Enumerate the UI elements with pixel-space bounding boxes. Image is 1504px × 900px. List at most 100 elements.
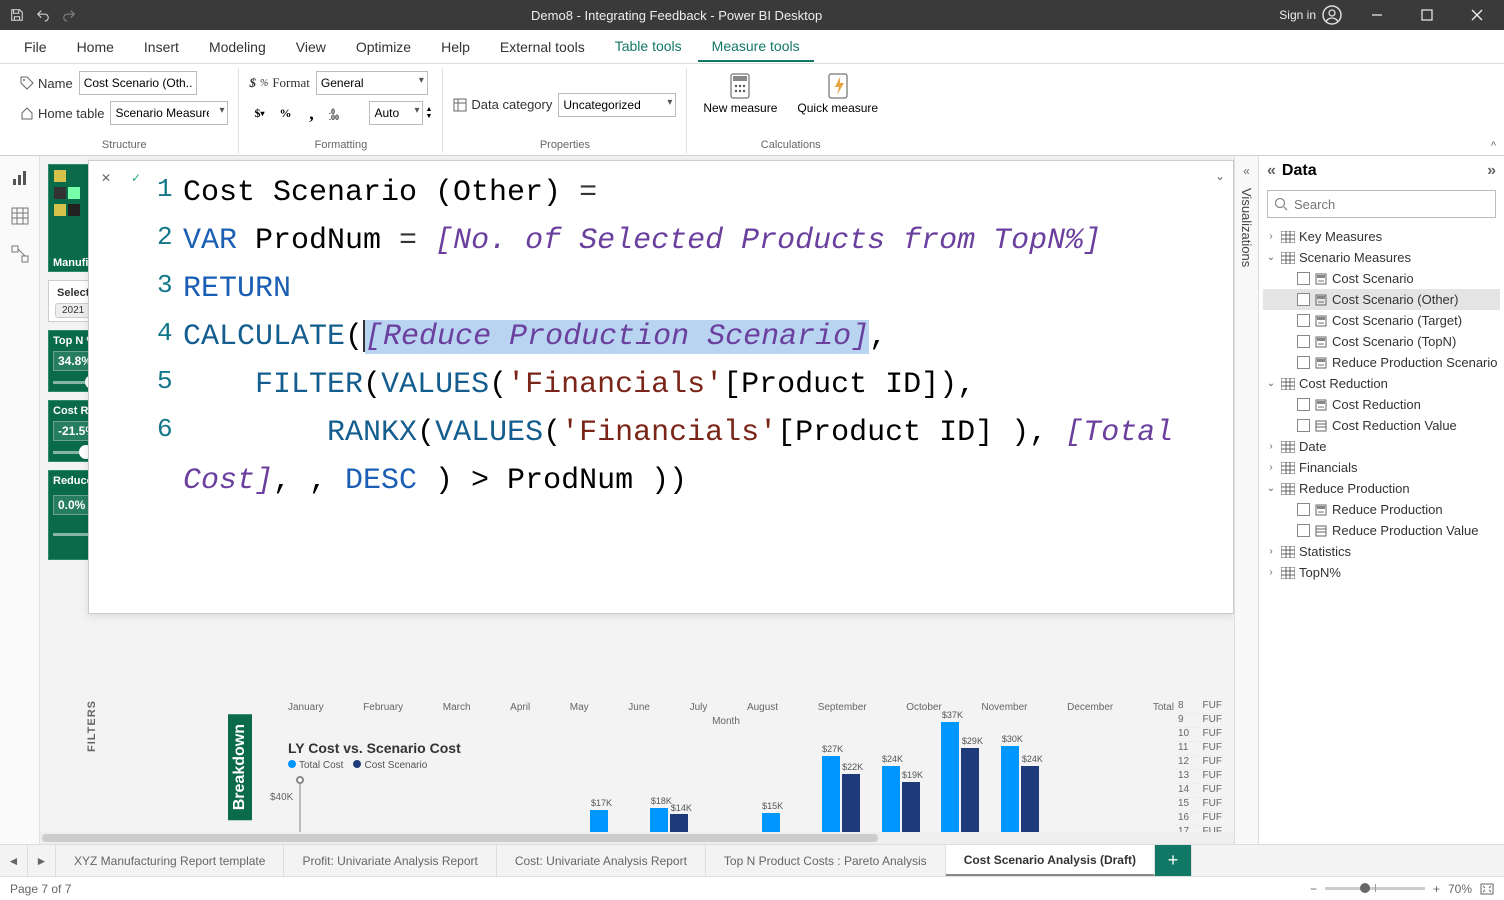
fields-tree[interactable]: ›Key Measures⌄Scenario MeasuresCost Scen…	[1259, 222, 1504, 587]
model-view-icon[interactable]	[8, 242, 32, 266]
fit-page-icon[interactable]	[1480, 883, 1494, 895]
quick-measure-button[interactable]: Quick measure	[791, 70, 884, 117]
menu-insert[interactable]: Insert	[130, 33, 193, 61]
formula-bar[interactable]: ✕ ✓ ⌄ 1Cost Scenario (Other) = 2VAR Prod…	[88, 160, 1234, 614]
collapse-ribbon-button[interactable]: ^	[1491, 140, 1496, 152]
tree-table[interactable]: ›TopN%	[1263, 562, 1500, 583]
signin-button[interactable]: Sign in	[1273, 3, 1348, 27]
tree-field[interactable]: Cost Scenario (TopN)	[1263, 331, 1500, 352]
tab-4[interactable]: Cost Scenario Analysis (Draft)	[946, 845, 1155, 876]
field-checkbox[interactable]	[1297, 419, 1310, 432]
redo-icon[interactable]	[58, 4, 80, 26]
tree-table[interactable]: ›Date	[1263, 436, 1500, 457]
undo-icon[interactable]	[32, 4, 54, 26]
search-box[interactable]	[1267, 190, 1496, 218]
formula-cancel-icon[interactable]: ✕	[95, 167, 117, 189]
close-button[interactable]	[1456, 0, 1498, 30]
zoom-in-button[interactable]: +	[1433, 882, 1440, 896]
tab-prev-icon[interactable]: ◄	[0, 845, 28, 876]
search-input[interactable]	[1294, 197, 1489, 212]
tree-field[interactable]: Reduce Production Scenario	[1263, 352, 1500, 373]
spinner-down[interactable]: ▼	[425, 113, 432, 120]
chevron-left-icon[interactable]: «	[1243, 164, 1250, 178]
scroll-handle[interactable]	[296, 776, 304, 784]
home-icon	[20, 106, 34, 120]
tab-2[interactable]: Cost: Univariate Analysis Report	[497, 845, 706, 876]
tree-table[interactable]: ›Key Measures	[1263, 226, 1500, 247]
search-icon	[1274, 197, 1288, 211]
menu-optimize[interactable]: Optimize	[342, 33, 425, 61]
chevron-left-icon[interactable]: «	[1267, 162, 1276, 180]
category-icon	[453, 98, 467, 112]
format-select[interactable]: General	[316, 71, 428, 95]
field-checkbox[interactable]	[1297, 503, 1310, 516]
tab-1[interactable]: Profit: Univariate Analysis Report	[284, 845, 496, 876]
tree-table[interactable]: ⌄Scenario Measures	[1263, 247, 1500, 268]
name-input[interactable]	[79, 71, 197, 95]
data-category-select[interactable]: Uncategorized	[558, 93, 676, 117]
format-label: $% Format	[249, 75, 309, 91]
tree-field[interactable]: Cost Reduction Value	[1263, 415, 1500, 436]
zoom-out-button[interactable]: −	[1310, 882, 1317, 896]
menu-help[interactable]: Help	[427, 33, 484, 61]
new-measure-button[interactable]: New measure	[697, 70, 783, 117]
minimize-button[interactable]	[1356, 0, 1398, 30]
field-checkbox[interactable]	[1297, 272, 1310, 285]
tab-3[interactable]: Top N Product Costs : Pareto Analysis	[706, 845, 946, 876]
report-view-icon[interactable]	[8, 166, 32, 190]
tree-field[interactable]: Cost Scenario	[1263, 268, 1500, 289]
currency-button[interactable]: $▾	[249, 103, 269, 123]
tree-table[interactable]: ›Financials	[1263, 457, 1500, 478]
menu-measure-tools[interactable]: Measure tools	[698, 32, 814, 62]
year-chip[interactable]: 2021	[55, 303, 91, 318]
side-table[interactable]: 8FUF 9FUF 10FUF 11FUF 12FUF 13FUF 14FUF …	[1176, 700, 1224, 844]
field-checkbox[interactable]	[1297, 524, 1310, 537]
data-view-icon[interactable]	[8, 204, 32, 228]
tree-field[interactable]: Reduce Production Value	[1263, 520, 1500, 541]
add-page-button[interactable]: +	[1155, 845, 1192, 876]
visualizations-pane-collapsed[interactable]: « Visualizations	[1234, 156, 1258, 844]
comma-button[interactable]: ,	[301, 103, 321, 123]
canvas-scrollbar[interactable]	[40, 832, 1234, 844]
decimal-button[interactable]: .0.00	[327, 103, 347, 123]
field-checkbox[interactable]	[1297, 314, 1310, 327]
new-measure-label: New measure	[703, 102, 777, 115]
decimals-input[interactable]	[369, 101, 423, 125]
menu-view[interactable]: View	[282, 33, 340, 61]
zoom-slider[interactable]	[1325, 887, 1425, 890]
tree-table[interactable]: ⌄Reduce Production	[1263, 478, 1500, 499]
maximize-button[interactable]	[1406, 0, 1448, 30]
tab-next-icon[interactable]: ►	[28, 845, 56, 876]
ribbon-group-structure: Name Home table Scenario Measures Struct…	[10, 68, 239, 153]
quick-measure-label: Quick measure	[797, 102, 878, 115]
tree-table[interactable]: ⌄Cost Reduction	[1263, 373, 1500, 394]
menu-modeling[interactable]: Modeling	[195, 33, 280, 61]
heatmap-title: Manufi	[53, 257, 88, 269]
field-checkbox[interactable]	[1297, 398, 1310, 411]
tree-field[interactable]: Reduce Production	[1263, 499, 1500, 520]
tree-field[interactable]: Cost Reduction	[1263, 394, 1500, 415]
tree-field[interactable]: Cost Scenario (Other)	[1263, 289, 1500, 310]
dax-editor[interactable]: 1Cost Scenario (Other) = 2VAR ProdNum = …	[157, 161, 1225, 513]
group-label-properties: Properties	[453, 139, 676, 151]
breakdown-label: Breakdown	[228, 714, 252, 820]
status-bar: Page 7 of 7 − + 70%	[0, 876, 1504, 900]
formula-commit-icon[interactable]: ✓	[125, 167, 147, 189]
tab-0[interactable]: XYZ Manufacturing Report template	[56, 845, 284, 876]
home-table-select[interactable]: Scenario Measures	[110, 101, 228, 125]
percent-button[interactable]: %	[275, 103, 295, 123]
tree-table[interactable]: ›Statistics	[1263, 541, 1500, 562]
chevron-right-icon[interactable]: »	[1487, 162, 1496, 180]
field-checkbox[interactable]	[1297, 356, 1310, 369]
save-icon[interactable]	[6, 4, 28, 26]
menu-table-tools[interactable]: Table tools	[601, 32, 696, 62]
field-checkbox[interactable]	[1297, 293, 1310, 306]
spinner-up[interactable]: ▲	[425, 106, 432, 113]
filters-pane-collapsed[interactable]: FILTERS	[86, 700, 98, 752]
menu-home[interactable]: Home	[63, 33, 128, 61]
tree-field[interactable]: Cost Scenario (Target)	[1263, 310, 1500, 331]
bars[interactable]: $17K $18K$14K $15K $27K$22K $24K$19K $37…	[308, 784, 1164, 834]
menu-external-tools[interactable]: External tools	[486, 33, 599, 61]
field-checkbox[interactable]	[1297, 335, 1310, 348]
menu-file[interactable]: File	[10, 33, 61, 61]
